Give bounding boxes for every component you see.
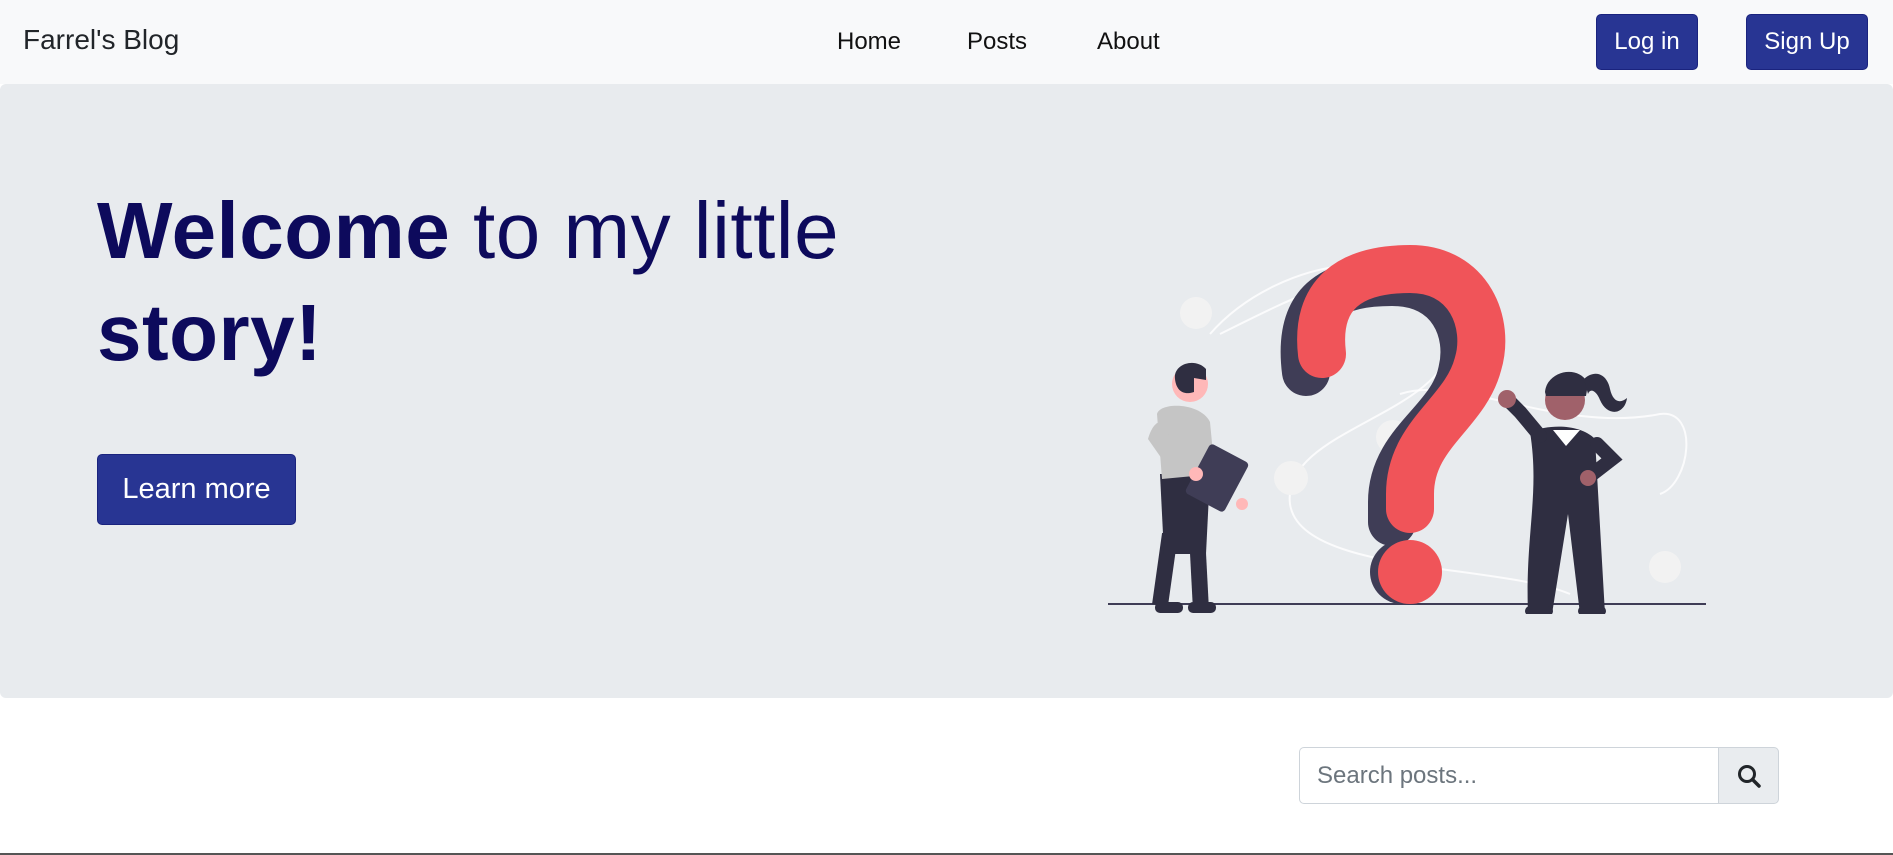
- nav-link-about[interactable]: About: [1097, 28, 1160, 56]
- search-button[interactable]: [1718, 747, 1779, 804]
- hero-section: Welcome to my little story! Learn more: [0, 84, 1893, 698]
- hero-title: Welcome to my little story!: [97, 180, 897, 384]
- signup-button[interactable]: Sign Up: [1746, 14, 1868, 70]
- search-icon: [1737, 764, 1761, 788]
- hero-title-part-3: story!: [97, 288, 323, 377]
- nav-link-posts[interactable]: Posts: [967, 28, 1027, 56]
- login-button[interactable]: Log in: [1596, 14, 1698, 70]
- question-mark-people-illustration: [1108, 244, 1706, 614]
- navbar: Farrel's Blog Home Posts About Log in Si…: [0, 0, 1893, 84]
- hero-title-part-2: to my little: [450, 186, 840, 275]
- search-input[interactable]: [1299, 747, 1718, 804]
- search-bar: [1299, 747, 1779, 804]
- brand-link[interactable]: Farrel's Blog: [23, 24, 179, 56]
- hero-title-part-1: Welcome: [97, 186, 451, 275]
- nav-link-home[interactable]: Home: [837, 28, 901, 56]
- learn-more-button[interactable]: Learn more: [97, 454, 296, 525]
